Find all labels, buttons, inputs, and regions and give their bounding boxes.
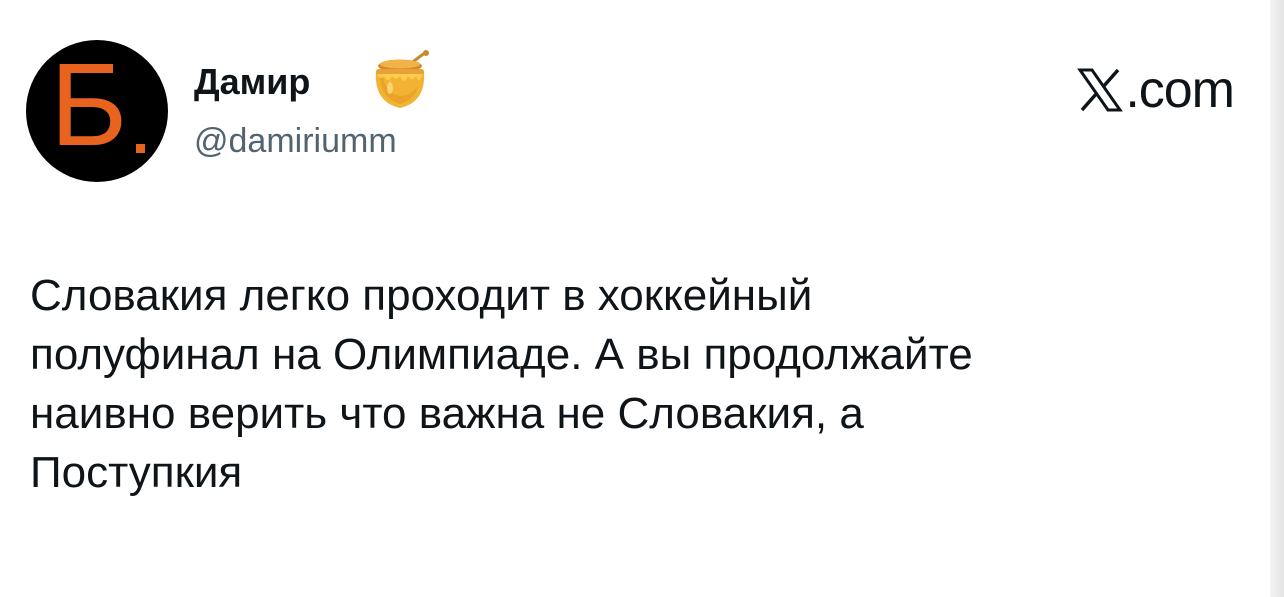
author-display-name[interactable]: Дамир: [194, 60, 310, 104]
brand-suffix: .com: [1125, 61, 1235, 119]
tweet-text: Словакия легко проходит в хоккейный полу…: [30, 271, 973, 497]
x-logo-icon: [1077, 68, 1124, 112]
honey-pot-icon: [375, 50, 429, 108]
author-handle[interactable]: @damiriumm: [194, 120, 397, 162]
avatar-letter: Б: [50, 40, 127, 171]
right-edge-shadow: [1270, 0, 1284, 597]
brand-logo: .com: [1077, 61, 1235, 119]
avatar[interactable]: Б: [26, 40, 168, 182]
avatar-dot: [136, 144, 145, 153]
